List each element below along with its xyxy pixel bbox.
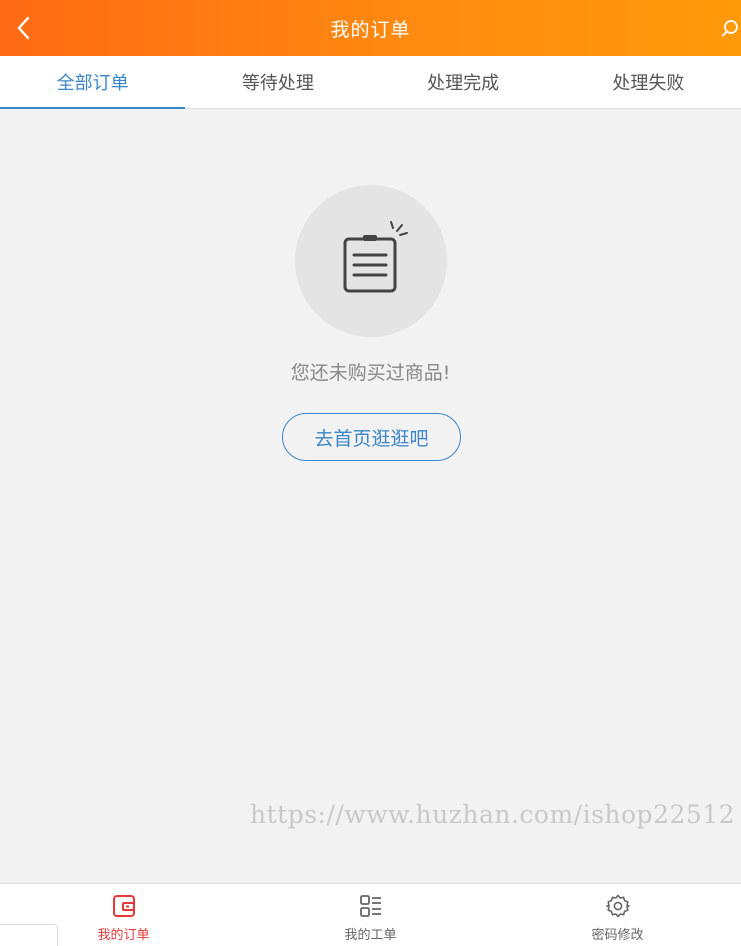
nav-change-password[interactable]: 密码修改 (494, 884, 741, 946)
tab-all-orders[interactable]: 全部订单 (0, 56, 186, 109)
top-bar: 我的订单 (0, 0, 741, 56)
orders-page: 我的订单 全部订单 等待处理 处理完成 处理失败 您还未购买过商品! 去首页逛逛… (0, 0, 741, 946)
notepad-icon (343, 221, 408, 293)
tab-pending[interactable]: 等待处理 (185, 56, 370, 108)
order-status-tabs: 全部订单 等待处理 处理完成 处理失败 (0, 56, 741, 109)
gear-icon (604, 892, 632, 920)
watermark-text: https://www.huzhan.com/ishop22512 (250, 800, 736, 829)
floating-corner-tab[interactable] (0, 924, 58, 946)
nav-label: 我的工单 (344, 928, 397, 943)
empty-message: 您还未购买过商品! (290, 362, 451, 384)
wallet-icon (110, 892, 138, 920)
nav-label: 我的订单 (97, 928, 150, 943)
tab-failed[interactable]: 处理失败 (556, 56, 741, 108)
go-home-button[interactable]: 去首页逛逛吧 (282, 413, 461, 461)
search-icon (722, 20, 738, 37)
page-title: 我的订单 (330, 18, 411, 41)
chevron-left-icon (17, 16, 30, 40)
back-button[interactable] (6, 8, 42, 48)
bottom-nav: 我的订单 我的工单 密码修改 (0, 883, 741, 946)
tab-completed[interactable]: 处理完成 (371, 56, 556, 108)
empty-state-illustration (295, 185, 447, 337)
nav-label: 密码修改 (591, 928, 644, 943)
search-button[interactable] (719, 16, 741, 40)
list-icon (357, 892, 385, 920)
nav-my-tickets[interactable]: 我的工单 (247, 884, 494, 946)
